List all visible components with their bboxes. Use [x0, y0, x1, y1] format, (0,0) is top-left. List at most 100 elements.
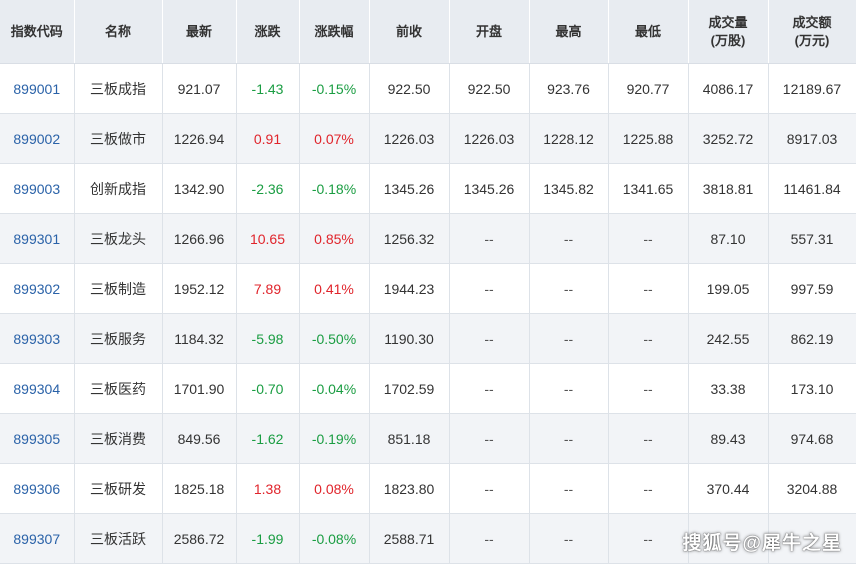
- cell-name: 三板成指: [74, 63, 163, 114]
- header-turnover[interactable]: 成交额 (万元): [768, 0, 856, 64]
- header-open[interactable]: 开盘: [449, 0, 530, 64]
- index-quote-table: 指数代码 名称 最新 涨跌 涨跌幅 前收 开盘 最高 最低 成交量 (万股) 成交…: [0, 0, 856, 564]
- cell-prev-close: 1345.26: [369, 163, 450, 214]
- header-label: 成交量: [708, 14, 748, 30]
- cell-name: 三板龙头: [74, 213, 163, 264]
- cell-high: --: [529, 313, 609, 364]
- cell-change: 10.65: [236, 213, 300, 264]
- cell-latest: 1342.90: [162, 163, 237, 214]
- cell-change-pct: -0.15%: [299, 63, 370, 114]
- cell-high: --: [529, 363, 609, 414]
- cell-turnover: 862.19: [768, 313, 856, 364]
- cell-latest: 1266.96: [162, 213, 237, 264]
- cell-low: 920.77: [608, 63, 689, 114]
- cell-high: --: [529, 213, 609, 264]
- cell-turnover: [768, 513, 856, 564]
- cell-code[interactable]: 899001: [0, 63, 75, 114]
- header-volume[interactable]: 成交量 (万股): [688, 0, 769, 64]
- cell-turnover: 12189.67: [768, 63, 856, 114]
- cell-open: --: [449, 413, 530, 464]
- cell-high: --: [529, 513, 609, 564]
- table-row[interactable]: 899304 三板医药 1701.90 -0.70 -0.04% 1702.59 -- -- -…: [0, 363, 856, 414]
- cell-name: 三板服务: [74, 313, 163, 364]
- table-row[interactable]: 899001 三板成指 921.07 -1.43 -0.15% 922.50 922.50 9…: [0, 63, 856, 114]
- cell-prev-close: 1226.03: [369, 113, 450, 164]
- cell-code[interactable]: 899301: [0, 213, 75, 264]
- cell-turnover: 11461.84: [768, 163, 856, 214]
- cell-open: 1226.03: [449, 113, 530, 164]
- header-label: 最新: [185, 23, 212, 39]
- cell-code[interactable]: 899304: [0, 363, 75, 414]
- cell-high: 923.76: [529, 63, 609, 114]
- header-change-pct[interactable]: 涨跌幅: [299, 0, 370, 64]
- header-unit: (万元): [794, 32, 830, 48]
- cell-open: 922.50: [449, 63, 530, 114]
- cell-open: 1345.26: [449, 163, 530, 214]
- cell-high: 1345.82: [529, 163, 609, 214]
- cell-low: --: [608, 463, 689, 514]
- table-row[interactable]: 899301 三板龙头 1266.96 10.65 0.85% 1256.32 -- -- --…: [0, 213, 856, 264]
- table-row[interactable]: 899002 三板做市 1226.94 0.91 0.07% 1226.03 1226.03…: [0, 113, 856, 164]
- header-label: 最高: [555, 23, 582, 39]
- cell-latest: 2586.72: [162, 513, 237, 564]
- cell-change: -1.62: [236, 413, 300, 464]
- header-prev-close[interactable]: 前收: [369, 0, 450, 64]
- cell-turnover: 974.68: [768, 413, 856, 464]
- cell-high: 1228.12: [529, 113, 609, 164]
- cell-change-pct: -0.18%: [299, 163, 370, 214]
- cell-change-pct: -0.04%: [299, 363, 370, 414]
- cell-prev-close: 1256.32: [369, 213, 450, 264]
- header-latest[interactable]: 最新: [162, 0, 237, 64]
- cell-code[interactable]: 899002: [0, 113, 75, 164]
- cell-latest: 1226.94: [162, 113, 237, 164]
- cell-volume: 199.05: [688, 263, 769, 314]
- header-high[interactable]: 最高: [529, 0, 609, 64]
- table-row[interactable]: 899302 三板制造 1952.12 7.89 0.41% 1944.23 -- -- -- 1…: [0, 263, 856, 314]
- header-low[interactable]: 最低: [608, 0, 689, 64]
- header-label: 最低: [634, 23, 661, 39]
- cell-prev-close: 1944.23: [369, 263, 450, 314]
- cell-name: 创新成指: [74, 163, 163, 214]
- cell-change-pct: -0.50%: [299, 313, 370, 364]
- header-change[interactable]: 涨跌: [236, 0, 300, 64]
- cell-latest: 849.56: [162, 413, 237, 464]
- table-row[interactable]: 899307 三板活跃 2586.72 -1.99 -0.08% 2588.71 -- -- -…: [0, 513, 856, 564]
- cell-code[interactable]: 899306: [0, 463, 75, 514]
- cell-code[interactable]: 899305: [0, 413, 75, 464]
- cell-latest: 1701.90: [162, 363, 237, 414]
- cell-change: -1.43: [236, 63, 300, 114]
- cell-open: --: [449, 313, 530, 364]
- cell-change: 0.91: [236, 113, 300, 164]
- cell-low: --: [608, 263, 689, 314]
- cell-code[interactable]: 899303: [0, 313, 75, 364]
- header-index-code[interactable]: 指数代码: [0, 0, 75, 64]
- cell-change-pct: -0.08%: [299, 513, 370, 564]
- cell-prev-close: 1190.30: [369, 313, 450, 364]
- table-row[interactable]: 899003 创新成指 1342.90 -2.36 -0.18% 1345.26 1345.…: [0, 163, 856, 214]
- cell-name: 三板制造: [74, 263, 163, 314]
- cell-turnover: 3204.88: [768, 463, 856, 514]
- cell-code[interactable]: 899003: [0, 163, 75, 214]
- header-label: 开盘: [475, 23, 502, 39]
- cell-code[interactable]: 899302: [0, 263, 75, 314]
- cell-prev-close: 922.50: [369, 63, 450, 114]
- header-name[interactable]: 名称: [74, 0, 163, 64]
- cell-code[interactable]: 899307: [0, 513, 75, 564]
- cell-volume: 89.43: [688, 413, 769, 464]
- table-row[interactable]: 899306 三板研发 1825.18 1.38 0.08% 1823.80 -- -- -- 3…: [0, 463, 856, 514]
- table-row[interactable]: 899305 三板消费 849.56 -1.62 -0.19% 851.18 -- -- -- 8…: [0, 413, 856, 464]
- cell-change: -1.99: [236, 513, 300, 564]
- cell-prev-close: 1823.80: [369, 463, 450, 514]
- cell-low: --: [608, 363, 689, 414]
- cell-name: 三板研发: [74, 463, 163, 514]
- cell-latest: 1825.18: [162, 463, 237, 514]
- cell-volume: 3252.72: [688, 113, 769, 164]
- cell-open: --: [449, 263, 530, 314]
- cell-high: --: [529, 263, 609, 314]
- table-row[interactable]: 899303 三板服务 1184.32 -5.98 -0.50% 1190.30 -- -- -…: [0, 313, 856, 364]
- cell-open: --: [449, 363, 530, 414]
- cell-volume: 4086.17: [688, 63, 769, 114]
- cell-change-pct: 0.08%: [299, 463, 370, 514]
- cell-name: 三板活跃: [74, 513, 163, 564]
- cell-low: --: [608, 213, 689, 264]
